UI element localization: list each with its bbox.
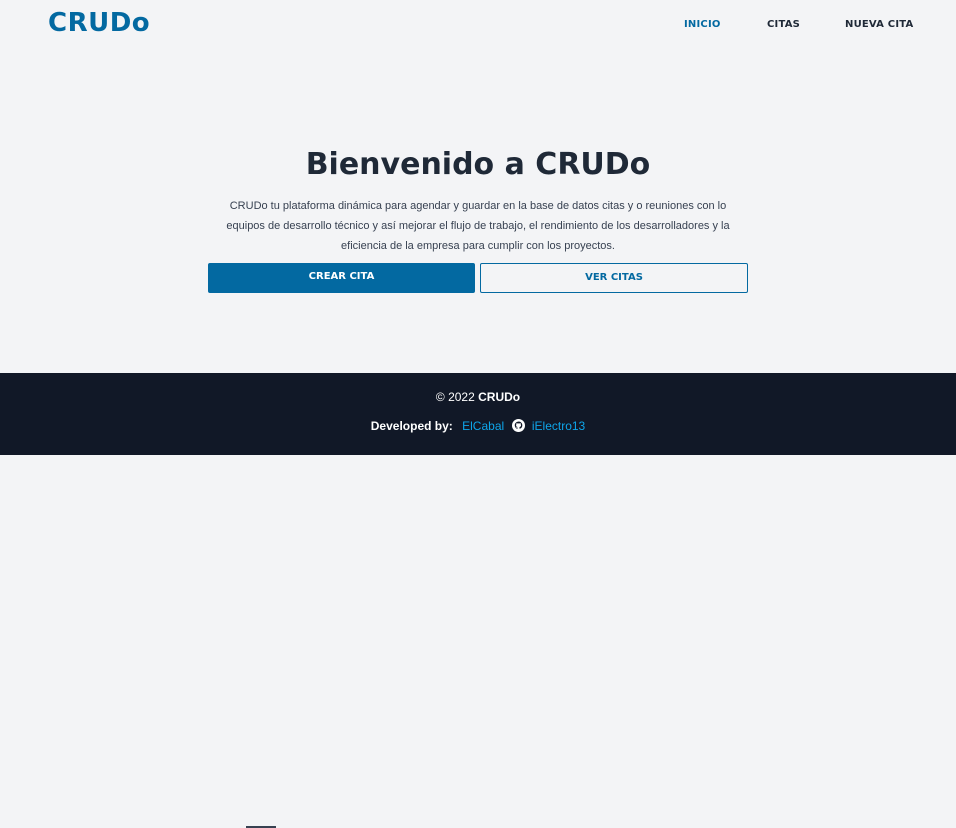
github-icon[interactable] <box>511 419 525 432</box>
ver-citas-button[interactable]: VER CITAS <box>480 263 748 293</box>
nav-inicio[interactable]: INICIO <box>684 19 721 30</box>
nav-nueva-cita[interactable]: NUEVA CITA <box>845 19 913 30</box>
navbar: CRUDo INICIO CITAS NUEVA CITA <box>0 0 956 52</box>
developer-credits: Developed by: ElCabal iElectro13 <box>0 419 956 433</box>
developer-link-elcabal[interactable]: ElCabal <box>462 419 504 433</box>
hero-description: CRUDo tu plataforma dinámica para agenda… <box>226 200 730 252</box>
hero-section: Bienvenido a CRUDo CRUDo tu plataforma d… <box>0 52 956 372</box>
developed-by-label: Developed by: <box>370 419 453 433</box>
copyright-name: CRUDo <box>478 390 521 404</box>
developer-link-ielectro13[interactable]: iElectro13 <box>532 419 585 433</box>
brand-logo[interactable]: CRUDo <box>48 8 150 38</box>
crear-cita-button[interactable]: CREAR CITA <box>208 263 475 293</box>
nav-citas[interactable]: CITAS <box>767 19 800 30</box>
page-title: Bienvenido a CRUDo <box>305 147 651 182</box>
copyright: © 2022 CRUDo <box>0 390 956 404</box>
footer: © 2022 CRUDo Developed by: ElCabal iElec… <box>0 373 956 828</box>
copyright-year: © 2022 <box>435 390 475 404</box>
